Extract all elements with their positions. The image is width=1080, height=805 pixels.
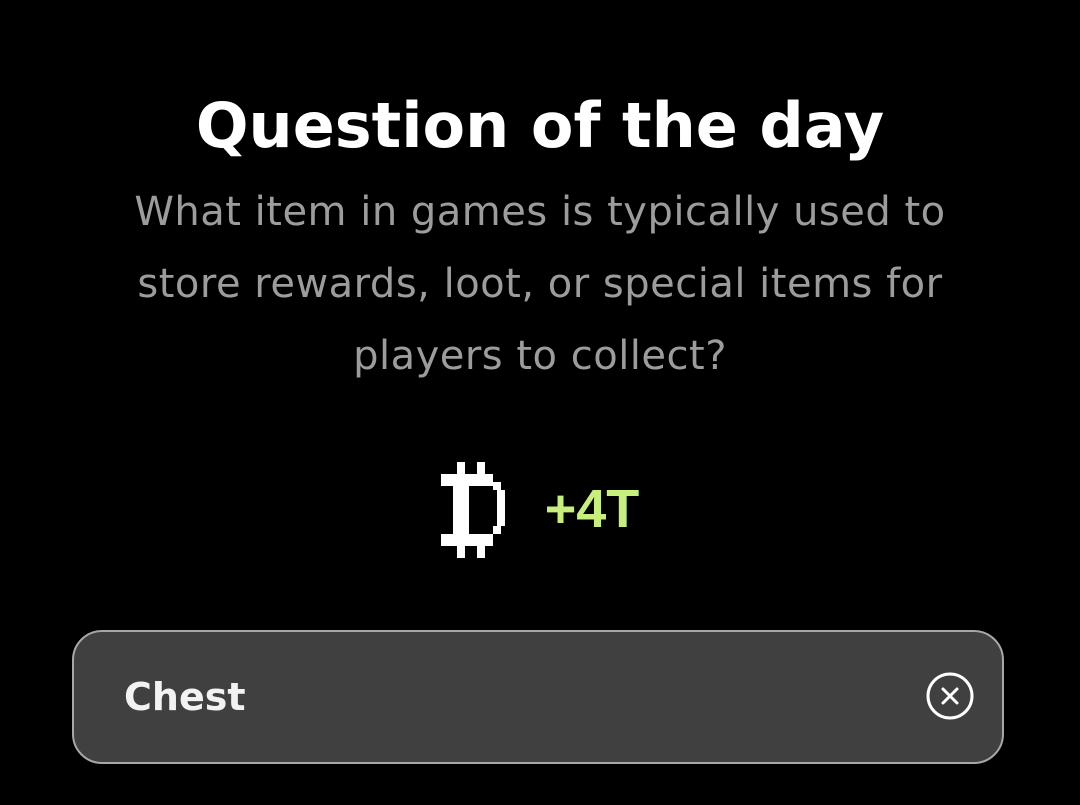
question-title: Question of the day [195,89,885,162]
reward-amount: +4T [544,479,640,539]
answer-field[interactable]: Chest [72,630,1004,764]
close-circle-icon[interactable] [926,672,974,720]
pixel-coin-icon [440,462,505,558]
question-text: What item in games is typically used to … [134,189,946,379]
clear-button[interactable] [926,672,974,720]
reward-row: +4T [0,460,1080,560]
answer-input-value[interactable]: Chest [124,672,246,722]
